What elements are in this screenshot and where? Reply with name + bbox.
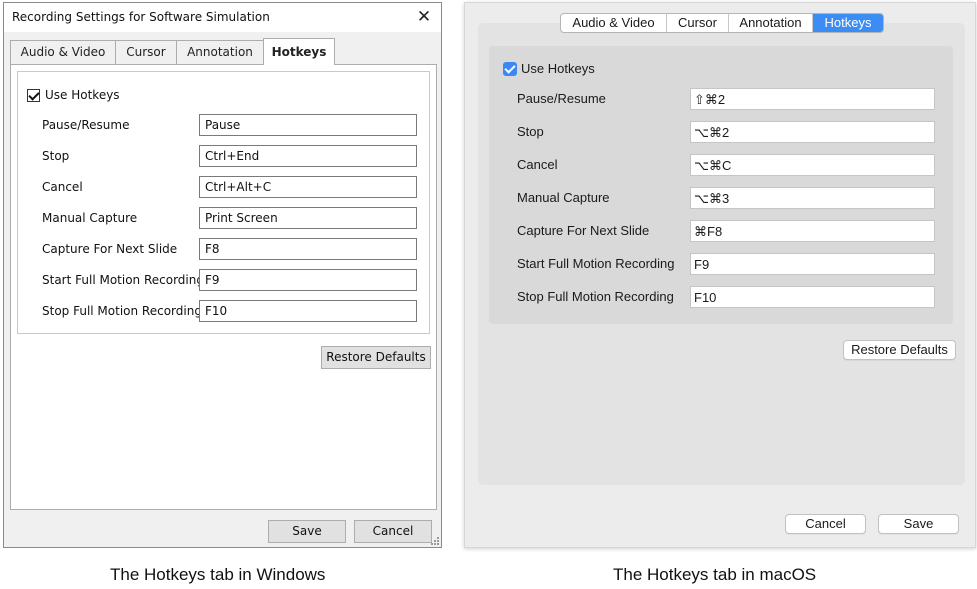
cancel-button[interactable]: Cancel (354, 520, 432, 543)
start-fmr-hotkey-field[interactable]: F9 (199, 269, 417, 291)
hotkey-label: Stop (42, 149, 70, 163)
close-icon[interactable]: ✕ (415, 8, 433, 26)
start-fmr-hotkey-field[interactable]: F9 (690, 253, 935, 275)
cancel-hotkey-field[interactable]: Ctrl+Alt+C (199, 176, 417, 198)
mac-caption: The Hotkeys tab in macOS (613, 565, 817, 584)
windows-dialog-title: Recording Settings for Software Simulati… (12, 10, 270, 24)
mac-dialog: Audio & Video Cursor Annotation Hotkeys … (464, 2, 976, 548)
use-hotkeys-checkbox[interactable] (503, 62, 517, 76)
manual-capture-hotkey-field[interactable]: Print Screen (199, 207, 417, 229)
restore-defaults-button[interactable]: Restore Defaults (843, 340, 956, 360)
pause-resume-hotkey-field[interactable]: Pause (199, 114, 417, 136)
hotkey-label: Stop Full Motion Recording (517, 289, 674, 304)
stop-hotkey-field[interactable]: ⌥⌘2 (690, 121, 935, 143)
resize-grip-icon[interactable] (430, 536, 440, 546)
save-button[interactable]: Save (268, 520, 346, 543)
windows-title-bar: Recording Settings for Software Simulati… (4, 3, 441, 32)
hotkey-label: Cancel (517, 157, 558, 172)
mac-segmented-tabs: Audio & Video Cursor Annotation Hotkeys (560, 13, 884, 33)
cancel-hotkey-field[interactable]: ⌥⌘C (690, 154, 935, 176)
capture-next-slide-hotkey-field[interactable]: F8 (199, 238, 417, 260)
use-hotkeys-checkbox[interactable] (27, 89, 40, 102)
hotkey-label: Stop (517, 124, 544, 139)
tab-audio-video[interactable]: Audio & Video (561, 14, 667, 32)
restore-defaults-button[interactable]: Restore Defaults (321, 346, 431, 369)
tab-cursor[interactable]: Cursor (667, 14, 729, 32)
tab-annotation[interactable]: Annotation (176, 40, 264, 64)
hotkey-label: Manual Capture (517, 190, 610, 205)
windows-dialog: Recording Settings for Software Simulati… (3, 2, 442, 548)
hotkey-label: Pause/Resume (517, 91, 606, 106)
tab-cursor[interactable]: Cursor (115, 40, 177, 64)
hotkey-label: Capture For Next Slide (42, 242, 178, 256)
hotkey-label: Pause/Resume (42, 118, 130, 132)
hotkey-label: Capture For Next Slide (517, 223, 650, 238)
pause-resume-hotkey-field[interactable]: ⇧⌘2 (690, 88, 935, 110)
stop-fmr-hotkey-field[interactable]: F10 (690, 286, 935, 308)
hotkey-label: Stop Full Motion Recording (42, 304, 202, 318)
hotkey-label: Cancel (42, 180, 83, 194)
use-hotkeys-label: Use Hotkeys (521, 61, 595, 76)
save-button[interactable]: Save (878, 514, 959, 534)
tab-audio-video[interactable]: Audio & Video (10, 40, 116, 64)
stop-hotkey-field[interactable]: Ctrl+End (199, 145, 417, 167)
cancel-button[interactable]: Cancel (785, 514, 866, 534)
manual-capture-hotkey-field[interactable]: ⌥⌘3 (690, 187, 935, 209)
use-hotkeys-label: Use Hotkeys (45, 88, 120, 102)
windows-caption: The Hotkeys tab in Windows (110, 565, 326, 584)
tab-annotation[interactable]: Annotation (729, 14, 813, 32)
tab-hotkeys[interactable]: Hotkeys (813, 14, 883, 32)
hotkey-label: Manual Capture (42, 211, 138, 225)
stop-fmr-hotkey-field[interactable]: F10 (199, 300, 417, 322)
hotkey-label: Start Full Motion Recording (42, 273, 204, 287)
hotkey-label: Start Full Motion Recording (517, 256, 675, 271)
windows-tab-panel: Use Hotkeys Pause/Resume Pause Stop Ctrl… (10, 64, 437, 510)
hotkeys-group: Use Hotkeys Pause/Resume Pause Stop Ctrl… (17, 71, 430, 334)
tab-hotkeys[interactable]: Hotkeys (263, 38, 335, 65)
capture-next-slide-hotkey-field[interactable]: ⌘F8 (690, 220, 935, 242)
